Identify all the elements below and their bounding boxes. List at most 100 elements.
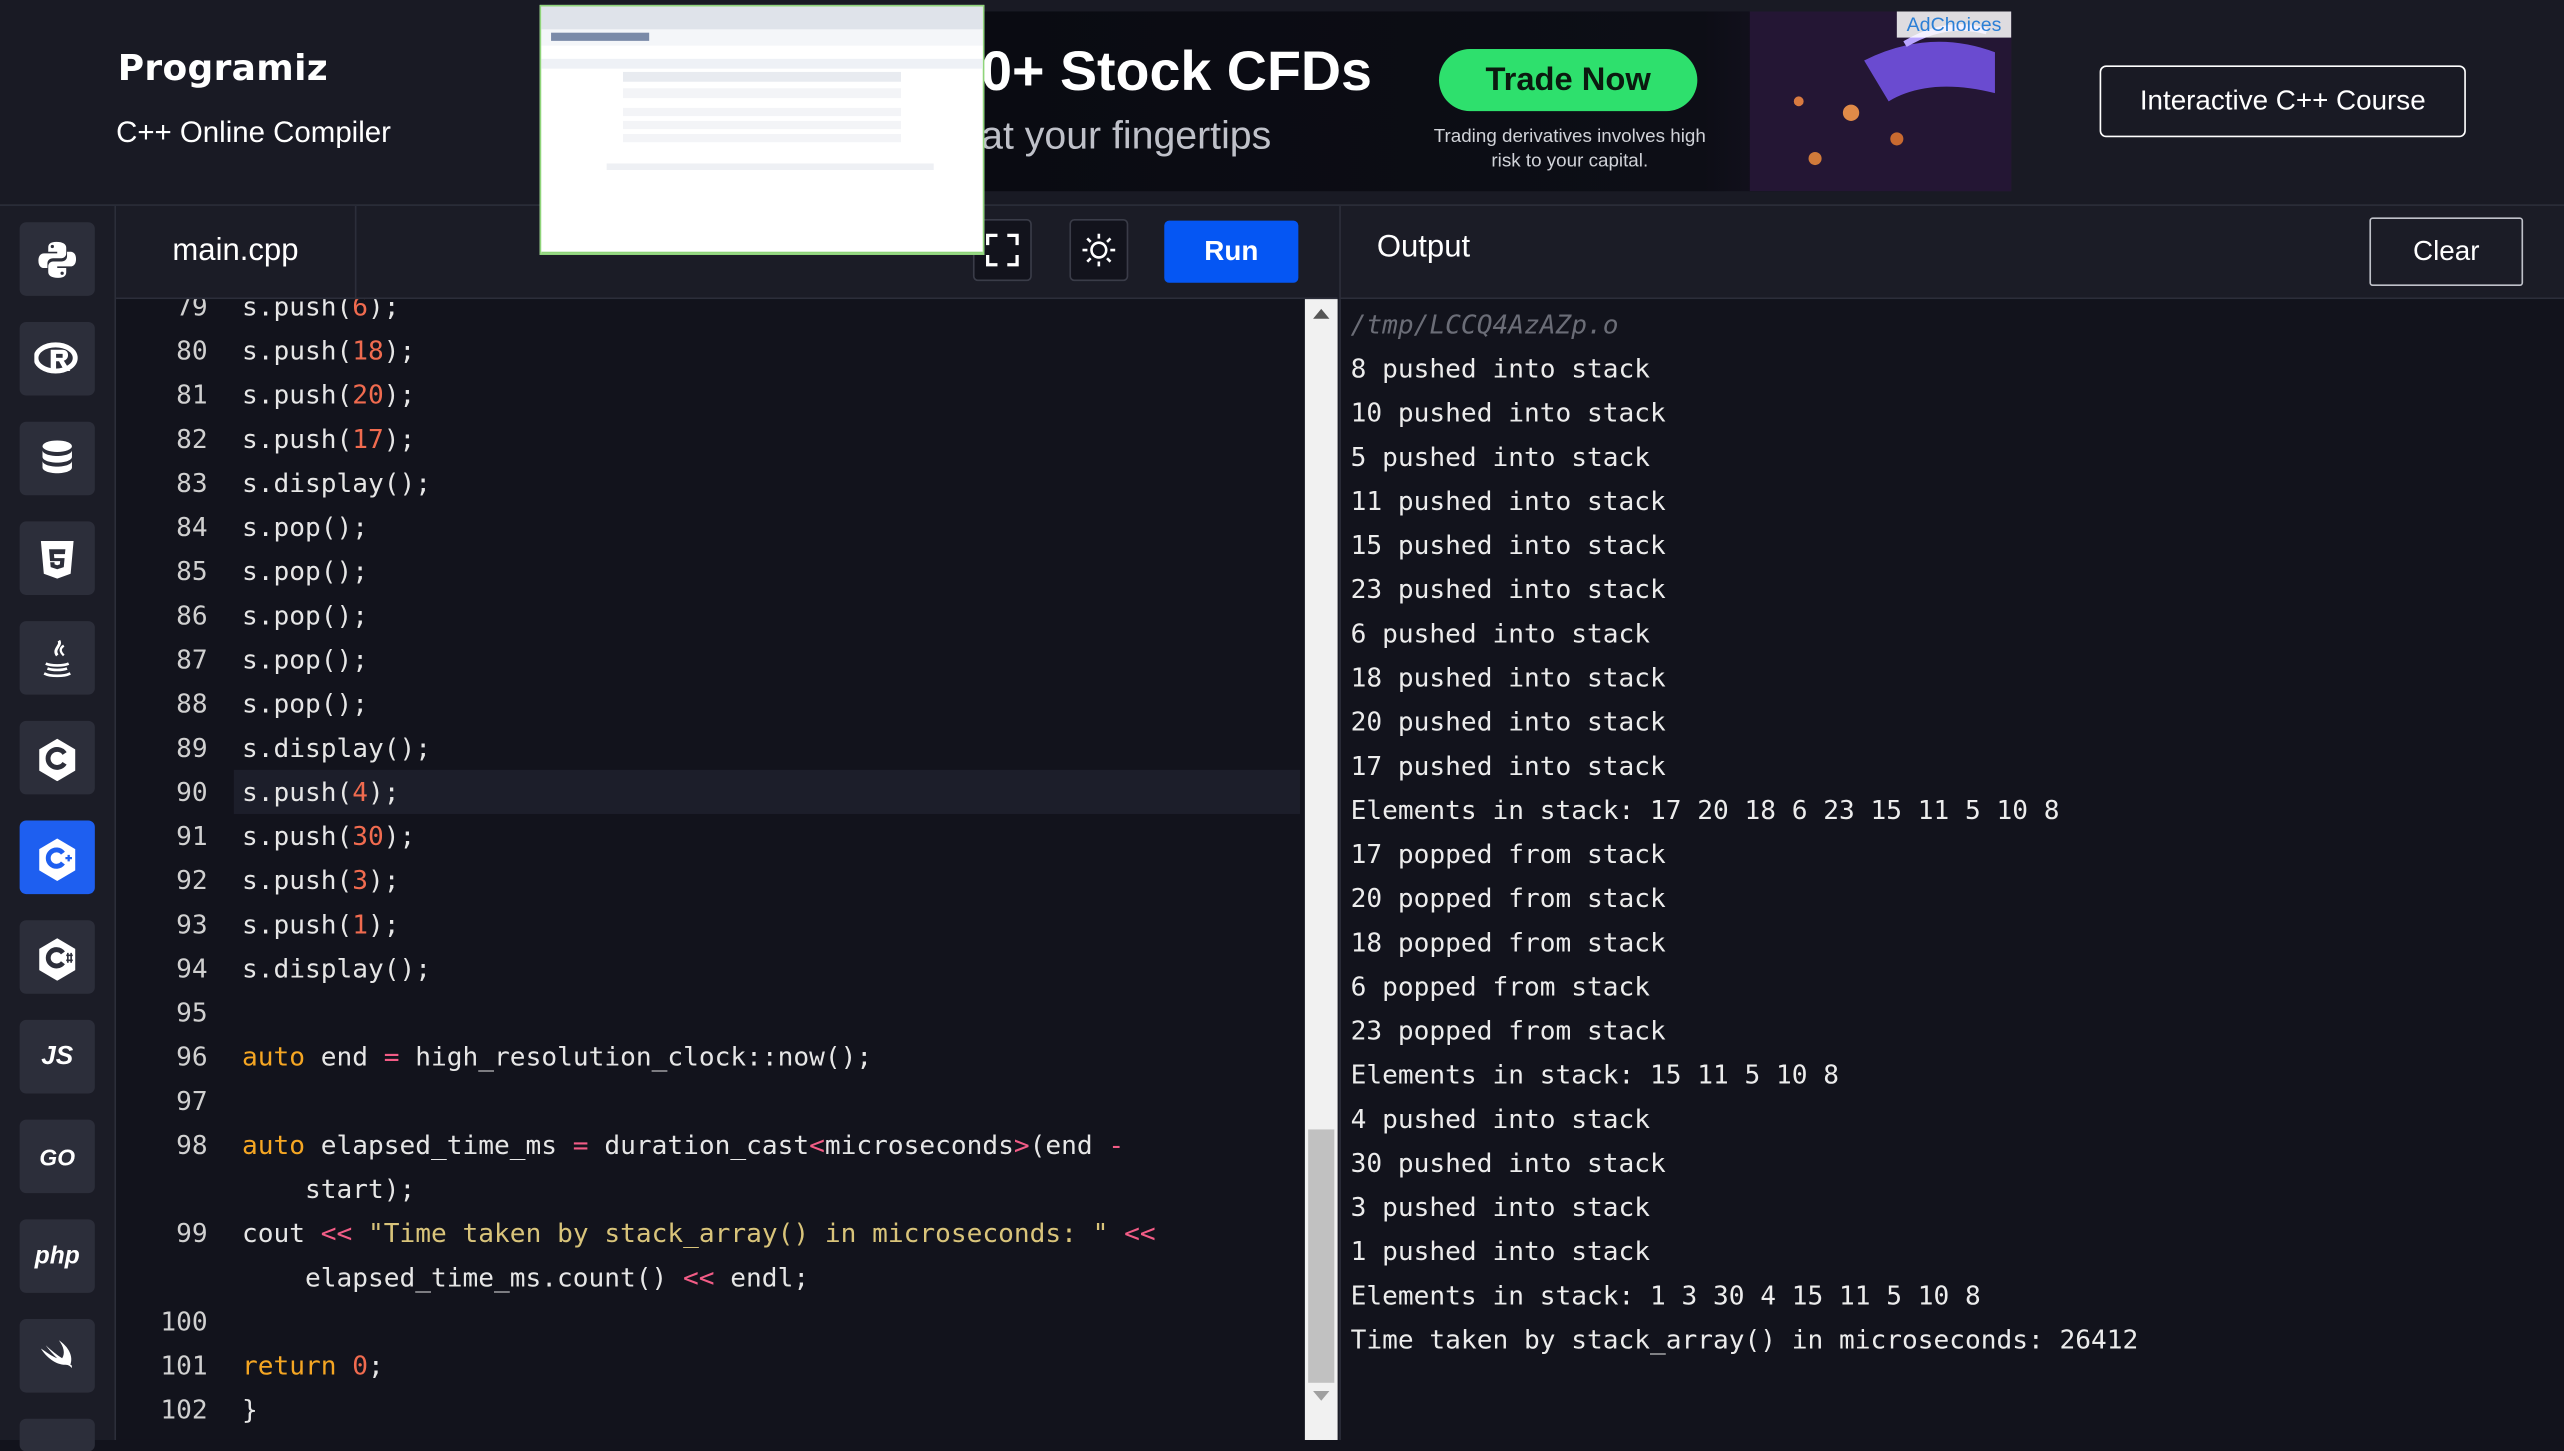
code-token: 18 xyxy=(352,335,384,367)
database-icon xyxy=(42,439,72,473)
code-token: s.pop(); xyxy=(242,688,369,720)
line-number: 87 xyxy=(176,643,208,676)
code-line[interactable]: 80 s.push(18); xyxy=(116,329,1305,373)
python-language-button[interactable] xyxy=(19,222,95,296)
theme-toggle-button[interactable] xyxy=(1069,219,1129,282)
code-token: auto xyxy=(242,1129,306,1161)
line-number: 84 xyxy=(176,511,208,543)
code-line[interactable]: 99 cout << "Time taken by stack_array() i… xyxy=(116,1211,1305,1255)
code-token: 0 xyxy=(352,1350,369,1382)
code-token: ); xyxy=(383,379,416,411)
code-text: s.push(4); xyxy=(242,770,400,814)
output-line: 15 pushed into stack xyxy=(1350,529,1666,561)
code-token: elapsed_time_ms.count() xyxy=(242,1261,684,1293)
scroll-up-arrow-icon[interactable] xyxy=(1313,308,1330,319)
output-line: 17 popped from stack xyxy=(1350,838,1666,870)
code-editor[interactable]: 79 s.push(6); 80 s.push(18); 81 s.push(20); 82… xyxy=(116,299,1305,1440)
output-line: 18 pushed into stack xyxy=(1350,661,1666,694)
code-line[interactable]: 82 s.push(17); xyxy=(116,417,1305,461)
code-line[interactable]: 83 s.display(); xyxy=(116,461,1305,505)
code-line[interactable]: 95 xyxy=(116,991,1305,1035)
code-line[interactable]: 86 s.pop(); xyxy=(116,593,1305,637)
preview-thumbnail xyxy=(541,6,983,254)
output-console[interactable]: /tmp/LCCQ4AzAZp.o 8 pushed into stack 10 … xyxy=(1339,299,2564,1440)
code-token: auto xyxy=(242,1041,306,1073)
app-root: Programiz C++ Online Compiler 0+ Stock C… xyxy=(0,0,2564,1451)
interactive-course-button[interactable]: Interactive C++ Course xyxy=(2099,65,2466,138)
line-number: 94 xyxy=(176,952,208,984)
swift-language-button[interactable] xyxy=(19,1319,95,1393)
r-icon xyxy=(34,341,78,373)
code-token: ); xyxy=(368,776,400,808)
html-language-button[interactable] xyxy=(19,521,95,595)
fullscreen-icon xyxy=(986,233,1019,267)
code-line[interactable]: 97 xyxy=(116,1079,1305,1123)
code-line[interactable]: 91 s.push(30); xyxy=(116,814,1305,858)
csharp-language-button[interactable] xyxy=(19,920,95,994)
code-line[interactable]: 81 s.push(20); xyxy=(116,373,1305,417)
code-text: s.pop(); xyxy=(242,593,368,637)
run-button[interactable]: Run xyxy=(1164,220,1299,283)
code-token: s.push( xyxy=(242,335,353,367)
code-line[interactable]: elapsed_time_ms.count() << endl; xyxy=(116,1255,1305,1299)
code-line[interactable]: 92 s.push(3); xyxy=(116,858,1305,902)
code-line[interactable]: 89 s.display(); xyxy=(116,726,1305,770)
code-text: } xyxy=(242,1388,258,1432)
file-tab-main-cpp[interactable]: main.cpp xyxy=(116,205,357,298)
output-line: 18 popped from stack xyxy=(1350,926,1666,958)
code-line[interactable]: 88 s.pop(); xyxy=(116,682,1305,726)
code-token: 6 xyxy=(352,299,369,322)
code-token: } xyxy=(242,1394,258,1426)
js-language-button[interactable]: JS xyxy=(19,1019,95,1094)
code-line[interactable]: 90 s.push(4); xyxy=(116,769,1305,814)
code-text: auto end = high_resolution_clock::now(); xyxy=(242,1035,872,1079)
go-language-button[interactable]: GO xyxy=(19,1119,95,1194)
code-line[interactable]: 93 s.push(1); xyxy=(116,902,1305,946)
code-token: ; xyxy=(368,1350,384,1382)
code-line[interactable]: 102} xyxy=(116,1388,1305,1432)
code-token: ); xyxy=(383,423,416,455)
r-language-button[interactable] xyxy=(19,321,95,396)
code-token: = xyxy=(383,1041,400,1073)
code-line[interactable]: 85 s.pop(); xyxy=(116,549,1305,593)
code-text: s.pop(); xyxy=(242,549,368,593)
ad-trade-now-button[interactable]: Trade Now xyxy=(1438,49,1698,112)
code-line[interactable]: 84 s.pop(); xyxy=(116,505,1305,549)
scroll-down-arrow-icon[interactable] xyxy=(1313,1390,1330,1401)
go-icon-label: GO xyxy=(39,1143,76,1170)
editor-scrollbar[interactable] xyxy=(1304,299,1338,1440)
java-language-button[interactable] xyxy=(19,621,95,695)
code-token: duration_cast xyxy=(588,1129,810,1161)
header: Programiz C++ Online Compiler 0+ Stock C… xyxy=(0,0,2564,255)
code-line[interactable]: start); xyxy=(116,1167,1305,1211)
code-line[interactable]: 100 xyxy=(116,1299,1305,1343)
programiz-logo[interactable]: Programiz xyxy=(118,49,328,90)
scrollbar-thumb[interactable] xyxy=(1308,1129,1335,1383)
php-language-button[interactable]: php xyxy=(19,1219,95,1293)
line-number: 79 xyxy=(176,299,208,322)
sql-language-button[interactable] xyxy=(19,421,95,496)
output-line: 1 pushed into stack xyxy=(1350,1235,1650,1267)
cpp-language-button[interactable] xyxy=(19,820,95,895)
code-line[interactable]: 98 auto elapsed_time_ms = duration_cast<m… xyxy=(116,1123,1305,1167)
code-token: return xyxy=(242,1350,337,1382)
code-line[interactable]: 79 s.push(6); xyxy=(116,299,1305,328)
c-language-button[interactable] xyxy=(19,720,95,795)
output-header: Output Clear xyxy=(1339,205,2564,300)
csharp-icon xyxy=(39,937,76,980)
code-token: cout xyxy=(242,1217,321,1249)
sun-icon xyxy=(1082,233,1116,267)
adchoices-link[interactable]: AdChoices xyxy=(1896,11,2012,38)
code-line[interactable]: 94 s.display(); xyxy=(116,946,1305,990)
picture-in-picture-preview[interactable] xyxy=(539,4,985,255)
code-text: s.push(20); xyxy=(242,373,415,417)
code-line[interactable]: 87 s.pop(); xyxy=(116,637,1305,681)
code-token: 17 xyxy=(352,423,384,455)
code-line[interactable]: 96 auto end = high_resolution_clock::now(… xyxy=(116,1035,1305,1079)
code-token: ); xyxy=(383,335,416,367)
more-language-button[interactable] xyxy=(19,1418,95,1451)
code-line[interactable]: 101 return 0; xyxy=(116,1344,1305,1388)
clear-button[interactable]: Clear xyxy=(2369,217,2524,287)
ad-banner[interactable]: 0+ Stock CFDs at your fingertips Trade N… xyxy=(981,11,2012,192)
